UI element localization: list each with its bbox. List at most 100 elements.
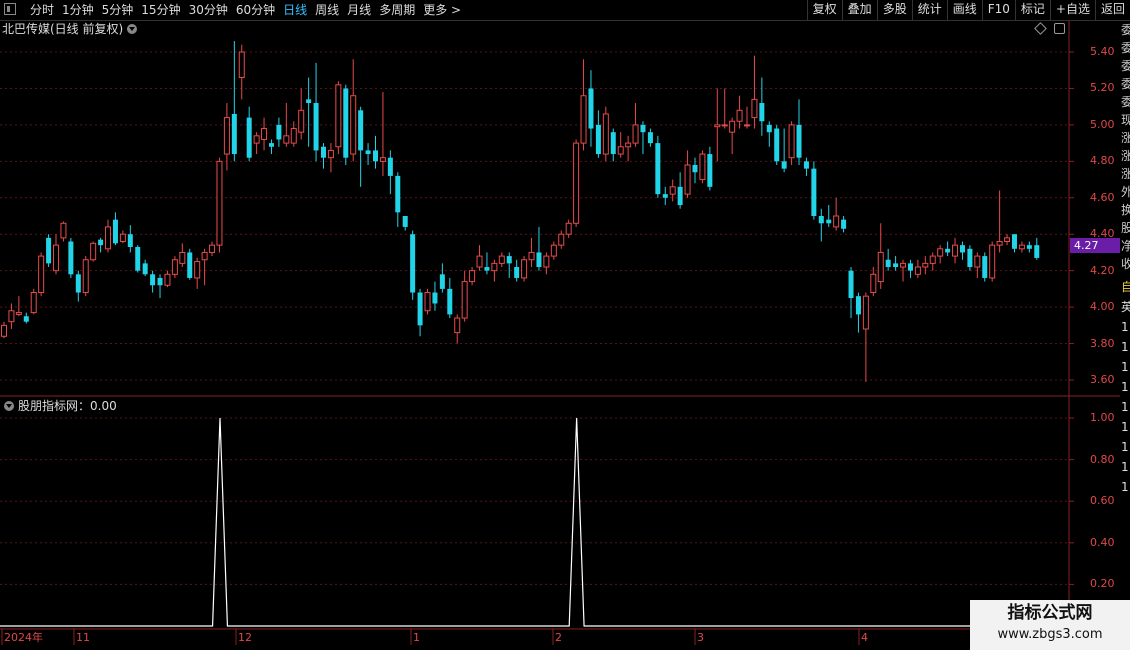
kline-chart[interactable] [0, 0, 1130, 650]
tool-button[interactable]: 统计 [911, 0, 947, 20]
y-tick-label: 4.80 [1090, 154, 1115, 168]
indicator-line [0, 417, 1069, 627]
candle-body [171, 259, 178, 275]
candle-body [194, 261, 201, 279]
current-price-tag: 4.27 [1070, 238, 1120, 253]
menu-icon[interactable] [4, 3, 16, 15]
strip-char: 1 [1121, 420, 1129, 434]
candle-body [135, 246, 141, 271]
y-tick-label: 4.00 [1090, 300, 1115, 314]
x-tick-label: 12 [238, 631, 252, 644]
candle-body [841, 219, 847, 229]
period-tabs: 分时 1分钟 5分钟 15分钟 30分钟 60分钟 日线 周线 月线 多周期 更多 > [26, 1, 465, 19]
strip-char: 1 [1121, 340, 1129, 354]
period-tab[interactable]: 15分钟 [137, 1, 184, 19]
candle-body [610, 132, 616, 155]
y-tick-label: 4.20 [1090, 263, 1115, 277]
candle-body [625, 142, 632, 148]
candle-body [870, 273, 877, 294]
period-tab[interactable]: 5分钟 [98, 1, 138, 19]
period-tab[interactable]: 30分钟 [185, 1, 232, 19]
strip-char: 1 [1121, 360, 1129, 374]
candle-body [350, 95, 357, 155]
chevron-down-icon[interactable] [4, 401, 14, 411]
strip-char: 外 [1121, 185, 1130, 199]
candle-body [127, 234, 133, 247]
period-tab[interactable]: 周线 [311, 1, 343, 19]
candle-body [454, 317, 461, 334]
candle-body [306, 99, 312, 104]
candle-body [246, 117, 252, 158]
tool-button[interactable]: 返回 [1094, 0, 1130, 20]
candle-body [736, 109, 743, 122]
candle-body [417, 292, 423, 326]
ind-y-tick-label: 0.20 [1090, 577, 1115, 591]
tool-button[interactable]: 复权 [806, 0, 842, 20]
tool-button[interactable]: 标记 [1014, 0, 1050, 20]
candle-body [105, 226, 112, 250]
diamond-icon[interactable] [1034, 22, 1047, 35]
period-tab[interactable]: 分时 [26, 1, 58, 19]
x-tick-label: 3 [697, 631, 704, 644]
strip-char: 1 [1121, 460, 1129, 474]
candle-body [811, 168, 817, 216]
tool-button[interactable]: 画线 [946, 0, 982, 20]
candle-body [647, 132, 653, 144]
candle-body [216, 160, 223, 246]
strip-char: 收 [1121, 257, 1130, 271]
candle-body [38, 255, 45, 294]
candle-body [75, 274, 81, 293]
candle-body [714, 124, 721, 128]
strip-char: 委 [1121, 59, 1130, 73]
window-icon[interactable] [1054, 23, 1065, 34]
y-tick-label: 3.60 [1090, 373, 1115, 386]
candle-body [365, 150, 371, 155]
watermark-title: 指标公式网 [1007, 603, 1093, 623]
candle-body [967, 248, 973, 268]
candle-body [1034, 245, 1040, 258]
strip-char: 现 [1121, 113, 1130, 127]
strip-char: 委 [1121, 23, 1130, 37]
candle-body [573, 142, 580, 224]
period-tab[interactable]: 月线 [343, 1, 375, 19]
chevron-down-icon[interactable] [127, 24, 138, 34]
x-tick-label: 1 [413, 631, 420, 644]
candle-body [669, 186, 676, 195]
strip-char: 1 [1121, 320, 1129, 334]
ind-y-tick-label: 1.00 [1090, 411, 1115, 424]
strip-char: 涨 [1121, 167, 1130, 181]
candle-body [751, 98, 758, 119]
candle-body [439, 274, 445, 289]
candle-body [588, 88, 594, 129]
period-tab[interactable]: 1分钟 [58, 1, 98, 19]
candle-body [343, 88, 349, 158]
candle-body [617, 146, 624, 155]
candle-body [662, 194, 668, 198]
y-tick-label: 4.60 [1090, 190, 1115, 204]
candle-body [402, 216, 408, 227]
candle-body [528, 251, 535, 261]
strip-char: 股 [1121, 221, 1130, 235]
candle-body [640, 124, 646, 133]
x-tick-label: 4 [861, 631, 868, 644]
candle-body [565, 222, 572, 235]
tool-button[interactable]: 多股 [876, 0, 912, 20]
candle-body [937, 248, 944, 257]
candle-body [862, 295, 869, 330]
tool-button[interactable]: 叠加 [841, 0, 877, 20]
candle-body [774, 128, 780, 162]
candle-body [1018, 244, 1025, 250]
tool-button[interactable]: +自选 [1049, 0, 1095, 20]
tool-button[interactable]: F10 [981, 0, 1015, 20]
candle-body [187, 252, 193, 278]
period-tab[interactable]: 日线 [279, 1, 311, 19]
candle-body [759, 103, 765, 122]
candle-body [721, 124, 728, 127]
strip-char: 英 [1121, 300, 1130, 314]
period-tab[interactable]: 60分钟 [232, 1, 279, 19]
period-tab[interactable]: 更多 > [419, 1, 465, 19]
candle-body [142, 263, 148, 275]
period-tab[interactable]: 多周期 [375, 1, 419, 19]
x-tick-label: 11 [76, 631, 90, 644]
candle-body [231, 113, 237, 155]
